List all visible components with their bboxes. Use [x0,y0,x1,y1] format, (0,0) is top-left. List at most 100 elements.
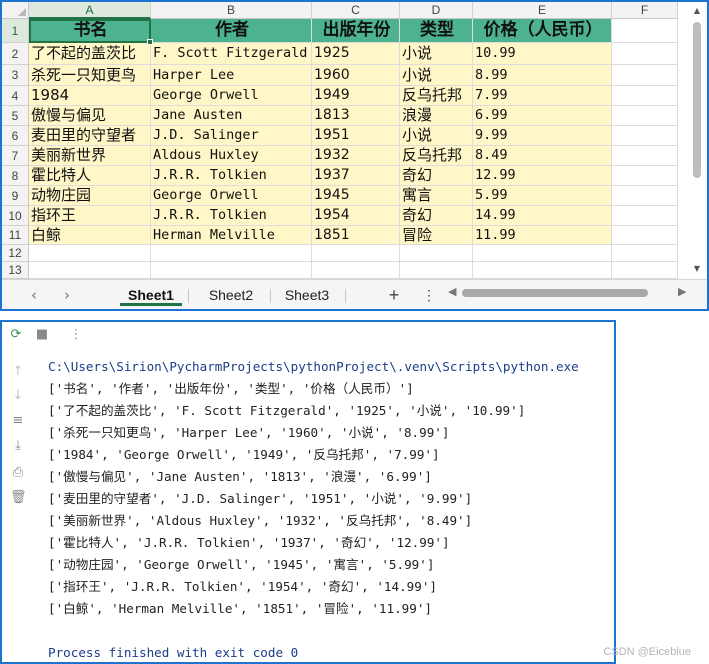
header-cell[interactable]: 出版年份 [312,19,400,43]
data-cell[interactable]: 1951 [312,126,400,146]
row-header-13[interactable]: 13 [2,262,29,279]
data-cell[interactable]: 12.99 [473,166,612,186]
row-header-11[interactable]: 11 [2,226,29,245]
column-header-a[interactable]: A [29,2,151,19]
data-cell[interactable]: F. Scott Fitzgerald [151,43,312,65]
header-cell[interactable]: 作者 [151,19,312,43]
print-icon[interactable]: ⎙ [10,465,26,480]
column-header-d[interactable]: D [400,2,473,19]
data-cell[interactable]: 1813 [312,106,400,126]
empty-cell[interactable] [400,262,473,279]
add-sheet-button[interactable]: + [385,284,403,306]
empty-cell[interactable] [612,245,678,262]
sheet-tab-sheet1[interactable]: Sheet1 [120,284,182,306]
soft-wrap-icon[interactable]: ≡ [10,413,26,428]
data-cell[interactable]: 1932 [312,146,400,166]
data-cell[interactable]: 寓言 [400,186,473,206]
empty-cell[interactable] [473,262,612,279]
data-cell[interactable]: 指环王 [29,206,151,226]
data-cell[interactable]: George Orwell [151,186,312,206]
data-cell[interactable]: 5.99 [473,186,612,206]
data-cell[interactable]: J.R.R. Tolkien [151,166,312,186]
data-cell[interactable]: 14.99 [473,206,612,226]
empty-cell[interactable] [612,146,678,166]
data-cell[interactable]: Aldous Huxley [151,146,312,166]
data-cell[interactable]: 动物庄园 [29,186,151,206]
row-header-3[interactable]: 3 [2,65,29,86]
empty-cell[interactable] [400,245,473,262]
empty-cell[interactable] [612,106,678,126]
scroll-up-arrow-icon[interactable]: ▲ [692,6,702,15]
row-header-12[interactable]: 12 [2,245,29,262]
prev-sheet-icon[interactable]: ‹ [31,286,37,304]
scroll-right-icon[interactable]: ▶ [678,285,686,298]
empty-cell[interactable] [612,86,678,106]
data-cell[interactable]: 7.99 [473,86,612,106]
stop-icon[interactable]: ■ [34,327,50,342]
data-cell[interactable]: J.D. Salinger [151,126,312,146]
vertical-scrollbar-thumb[interactable] [693,22,701,178]
empty-cell[interactable] [612,43,678,65]
header-cell[interactable]: 书名 [29,19,151,43]
empty-cell[interactable] [151,245,312,262]
data-cell[interactable]: 1937 [312,166,400,186]
column-header-f[interactable]: F [612,2,678,19]
data-cell[interactable]: 傲慢与偏见 [29,106,151,126]
row-header-8[interactable]: 8 [2,166,29,186]
data-cell[interactable]: 8.49 [473,146,612,166]
data-cell[interactable]: 11.99 [473,226,612,245]
data-cell[interactable]: 1851 [312,226,400,245]
data-cell[interactable]: George Orwell [151,86,312,106]
data-cell[interactable]: J.R.R. Tolkien [151,206,312,226]
horizontal-scrollbar[interactable] [462,289,648,297]
data-cell[interactable]: 小说 [400,126,473,146]
empty-cell[interactable] [29,245,151,262]
empty-cell[interactable] [29,262,151,279]
empty-cell[interactable] [151,262,312,279]
empty-cell[interactable] [612,166,678,186]
scroll-to-end-icon[interactable]: ⤓ [10,438,26,453]
sheet-tab-sheet3[interactable]: Sheet3 [275,284,339,306]
empty-cell[interactable] [612,126,678,146]
column-header-b[interactable]: B [151,2,312,19]
empty-cell[interactable] [612,206,678,226]
row-header-2[interactable]: 2 [2,43,29,65]
row-header-5[interactable]: 5 [2,106,29,126]
data-cell[interactable]: Herman Melville [151,226,312,245]
scroll-down-arrow-icon[interactable]: ▼ [692,264,702,273]
data-cell[interactable]: 1925 [312,43,400,65]
scroll-left-icon[interactable]: ◀ [448,285,456,298]
data-cell[interactable]: 1984 [29,86,151,106]
next-sheet-icon[interactable]: › [64,286,70,304]
arrow-down-icon[interactable]: ↓ [10,388,26,403]
row-header-6[interactable]: 6 [2,126,29,146]
data-cell[interactable]: 1949 [312,86,400,106]
arrow-up-icon[interactable]: ↑ [10,364,26,379]
data-cell[interactable]: 奇幻 [400,206,473,226]
header-cell[interactable]: 类型 [400,19,473,43]
data-cell[interactable]: 浪漫 [400,106,473,126]
empty-cell[interactable] [612,262,678,279]
empty-cell[interactable] [612,19,678,43]
data-cell[interactable]: 8.99 [473,65,612,86]
trash-icon[interactable]: 🗑 [10,490,27,505]
row-header-4[interactable]: 4 [2,86,29,106]
data-cell[interactable]: 奇幻 [400,166,473,186]
row-header-9[interactable]: 9 [2,186,29,206]
row-header-7[interactable]: 7 [2,146,29,166]
data-cell[interactable]: 杀死一只知更鸟 [29,65,151,86]
data-cell[interactable]: 冒险 [400,226,473,245]
sheet-menu-button[interactable]: ⋮ [422,284,436,306]
fill-handle[interactable] [147,39,153,45]
data-cell[interactable]: 霍比特人 [29,166,151,186]
data-cell[interactable]: 美丽新世界 [29,146,151,166]
data-cell[interactable]: 9.99 [473,126,612,146]
empty-cell[interactable] [312,262,400,279]
empty-cell[interactable] [473,245,612,262]
empty-cell[interactable] [612,65,678,86]
data-cell[interactable]: 1960 [312,65,400,86]
row-header-10[interactable]: 10 [2,206,29,226]
empty-cell[interactable] [612,226,678,245]
data-cell[interactable]: 1954 [312,206,400,226]
data-cell[interactable]: Jane Austen [151,106,312,126]
